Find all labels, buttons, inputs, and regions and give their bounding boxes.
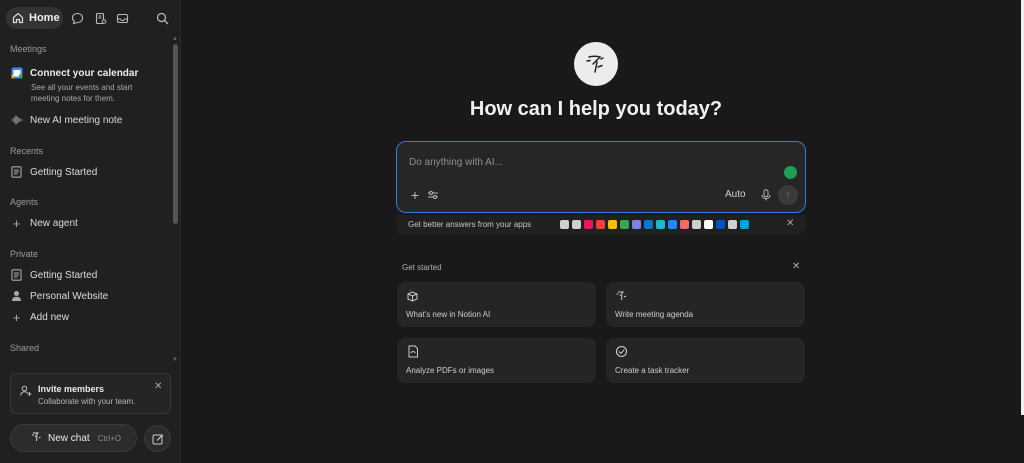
- page-icon: [10, 269, 23, 282]
- close-icon[interactable]: ✕: [792, 261, 800, 272]
- app-integration-icon[interactable]: [740, 220, 749, 229]
- app-integration-icon[interactable]: [560, 220, 569, 229]
- card-label: Create a task tracker: [615, 366, 690, 375]
- app-integration-icon[interactable]: [572, 220, 581, 229]
- sidebar-item-personal-website[interactable]: Personal Website: [10, 287, 108, 305]
- page-icon: [10, 166, 23, 179]
- microphone-icon[interactable]: [758, 187, 774, 203]
- sidebar-item-recent-getting-started[interactable]: Getting Started: [10, 163, 97, 181]
- app-integration-icon[interactable]: [608, 220, 617, 229]
- private-item-label: Getting Started: [30, 269, 98, 281]
- close-icon[interactable]: ✕: [154, 381, 162, 392]
- plus-icon: +: [12, 309, 21, 325]
- shared-header: Shared: [10, 343, 40, 353]
- app-integration-icon[interactable]: [620, 220, 629, 229]
- add-new-item[interactable]: + Add new: [10, 308, 69, 326]
- app-integration-icon[interactable]: [728, 220, 737, 229]
- sidebar: Home Meetings Connect your calendar See …: [0, 0, 181, 463]
- sidebar-scrollbar[interactable]: [173, 44, 178, 224]
- ai-face-icon: [615, 289, 628, 302]
- notion-ai-logo: [574, 42, 618, 86]
- home-icon: [12, 12, 24, 24]
- ai-face-icon: [31, 431, 42, 445]
- app-integration-icon[interactable]: [632, 220, 641, 229]
- new-chat-label: New chat: [48, 432, 90, 444]
- connect-calendar-title: Connect your calendar: [30, 67, 139, 79]
- calendar-icon: [10, 67, 23, 80]
- prompt-input[interactable]: [409, 154, 769, 170]
- invite-members-card[interactable]: Invite members Collaborate with your tea…: [10, 373, 171, 414]
- scroll-up-arrow[interactable]: ▲: [172, 36, 178, 42]
- app-integration-icon[interactable]: [668, 220, 677, 229]
- sidebar-item-getting-started[interactable]: Getting Started: [10, 266, 97, 284]
- card-label: Write meeting agenda: [615, 310, 694, 319]
- sidebar-topbar: Home: [6, 7, 176, 29]
- recents-header: Recents: [10, 146, 44, 156]
- home-button[interactable]: Home: [6, 7, 63, 29]
- new-chat-shortcut: Ctrl+O: [97, 433, 122, 443]
- new-agent-item[interactable]: + New agent: [10, 214, 78, 232]
- ai-face-icon: [586, 55, 604, 73]
- app-integration-icon[interactable]: [644, 220, 653, 229]
- add-attachment-button[interactable]: +: [407, 187, 423, 203]
- add-new-label: Add new: [30, 311, 69, 323]
- app-integration-icon[interactable]: [596, 220, 605, 229]
- connect-calendar-item[interactable]: Connect your calendar: [10, 64, 138, 82]
- meetings-header: Meetings: [10, 44, 47, 54]
- new-chat-button[interactable]: New chat Ctrl+O: [10, 424, 137, 452]
- prompt-box: + Auto ↑: [396, 141, 806, 213]
- inbox-icon[interactable]: [114, 10, 130, 26]
- settings-sliders-icon[interactable]: [425, 187, 441, 203]
- document-icon: [406, 345, 419, 358]
- card-analyze-pdfs[interactable]: Analyze PDFs or images: [397, 338, 596, 383]
- new-ai-meeting-note-label: New AI meeting note: [30, 114, 123, 126]
- scroll-down-arrow[interactable]: ▼: [172, 357, 178, 363]
- invite-title: Invite members: [38, 384, 105, 394]
- plus-icon: +: [12, 215, 21, 231]
- private-item-label: Personal Website: [30, 290, 109, 302]
- person-icon: [10, 290, 23, 303]
- close-icon[interactable]: ✕: [786, 218, 794, 229]
- check-circle-icon: [615, 345, 628, 358]
- card-meeting-agenda[interactable]: Write meeting agenda: [606, 282, 805, 327]
- app-integration-icon[interactable]: [692, 220, 701, 229]
- page-title: How can I help you today?: [469, 98, 723, 120]
- home-label: Home: [29, 12, 60, 24]
- new-ai-meeting-note-item[interactable]: New AI meeting note: [10, 111, 122, 129]
- app-integration-icon[interactable]: [704, 220, 713, 229]
- connected-app-badge[interactable]: [784, 166, 797, 179]
- connected-apps-bar[interactable]: Get better answers from your apps ✕: [396, 215, 806, 235]
- new-agent-label: New agent: [30, 217, 78, 229]
- app-integration-icon[interactable]: [656, 220, 665, 229]
- card-task-tracker[interactable]: Create a task tracker: [606, 338, 805, 383]
- app-integration-icon[interactable]: [716, 220, 725, 229]
- chat-icon[interactable]: [69, 10, 85, 26]
- send-button[interactable]: ↑: [778, 185, 798, 205]
- card-label: Analyze PDFs or images: [406, 366, 495, 375]
- card-whats-new[interactable]: What's new in Notion AI: [397, 282, 596, 327]
- invite-subtitle: Collaborate with your team.: [38, 397, 136, 406]
- connect-calendar-subtitle: See all your events and start meeting no…: [31, 83, 133, 103]
- app-icons-row: [560, 220, 749, 229]
- waveform-icon: [10, 114, 23, 127]
- search-icon[interactable]: [154, 10, 170, 26]
- compose-icon: [152, 433, 163, 444]
- app-integration-icon[interactable]: [584, 220, 593, 229]
- agents-header: Agents: [10, 197, 39, 207]
- private-header: Private: [10, 249, 39, 259]
- card-label: What's new in Notion AI: [406, 310, 491, 319]
- app-integration-icon[interactable]: [680, 220, 689, 229]
- get-started-label: Get started: [402, 263, 442, 272]
- add-person-icon: [20, 384, 32, 396]
- apps-prompt-text: Get better answers from your apps: [408, 220, 532, 229]
- mode-selector[interactable]: Auto: [725, 189, 746, 200]
- notes-icon[interactable]: [92, 10, 108, 26]
- sparkle-box-icon: [406, 289, 419, 302]
- compose-button[interactable]: [144, 425, 171, 452]
- recent-item-label: Getting Started: [30, 166, 98, 178]
